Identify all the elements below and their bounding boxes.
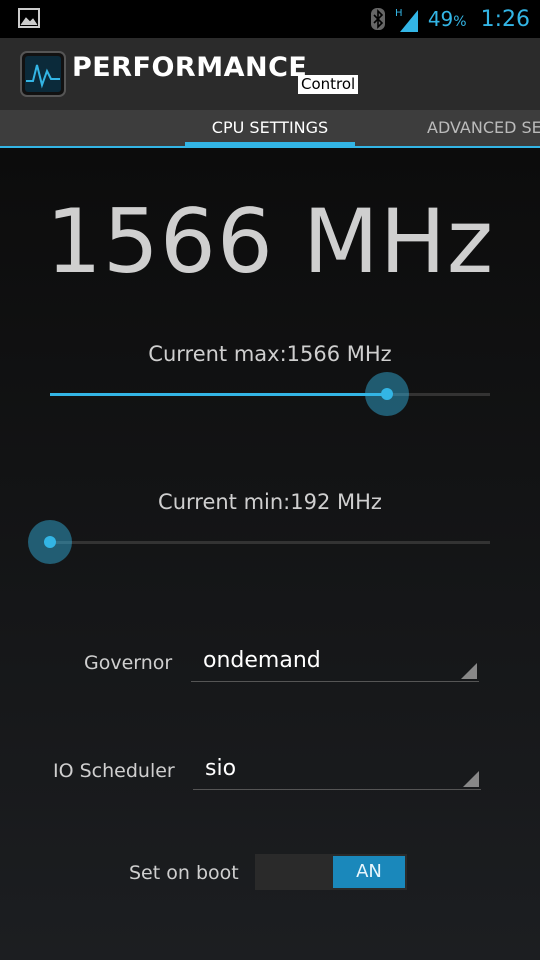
pulse-monitor-icon[interactable] [20, 51, 66, 97]
governor-dropdown[interactable]: ondemand [191, 648, 479, 682]
set-on-boot-label: Set on boot [129, 862, 239, 884]
toggle-on-state: AN [333, 856, 405, 888]
current-frequency: 1566 MHz [45, 190, 495, 293]
max-slider-thumb[interactable] [365, 372, 409, 416]
action-bar: PERFORMANCE Control [0, 38, 540, 110]
max-slider-fill [50, 393, 387, 396]
tab-bar: CPU SETTINGS ADVANCED SE [0, 110, 540, 148]
max-frequency-slider[interactable] [50, 372, 490, 416]
dropdown-corner-icon [461, 663, 477, 679]
signal-icon: H [395, 8, 418, 32]
image-icon [18, 8, 40, 28]
max-frequency-label: Current max:1566 MHz [148, 342, 392, 366]
set-on-boot-toggle[interactable]: AN [255, 854, 407, 890]
cpu-settings-panel: 1566 MHz Current max:1566 MHz Current mi… [0, 148, 540, 960]
tab-cpu-settings[interactable]: CPU SETTINGS [185, 110, 355, 146]
status-icons: H 49% 1:26 [370, 0, 530, 38]
tab-advanced-settings[interactable]: ADVANCED SE [427, 110, 540, 146]
io-scheduler-value: sio [205, 756, 237, 781]
battery-percent: 49% [427, 7, 467, 31]
io-scheduler-dropdown[interactable]: sio [193, 756, 481, 790]
status-bar: H 49% 1:26 [0, 0, 540, 38]
tab-selected-indicator [185, 142, 355, 147]
app-title: PERFORMANCE [72, 52, 308, 83]
clock: 1:26 [480, 6, 530, 32]
min-slider-thumb[interactable] [28, 520, 72, 564]
governor-label: Governor [84, 652, 173, 674]
app-subtitle: Control [298, 75, 359, 94]
governor-value: ondemand [203, 648, 321, 673]
io-scheduler-label: IO Scheduler [53, 760, 175, 782]
min-frequency-slider[interactable] [28, 520, 490, 564]
min-frequency-label: Current min:192 MHz [158, 490, 382, 514]
bluetooth-icon [370, 8, 385, 30]
dropdown-corner-icon [463, 771, 479, 787]
network-type: H [395, 8, 403, 19]
